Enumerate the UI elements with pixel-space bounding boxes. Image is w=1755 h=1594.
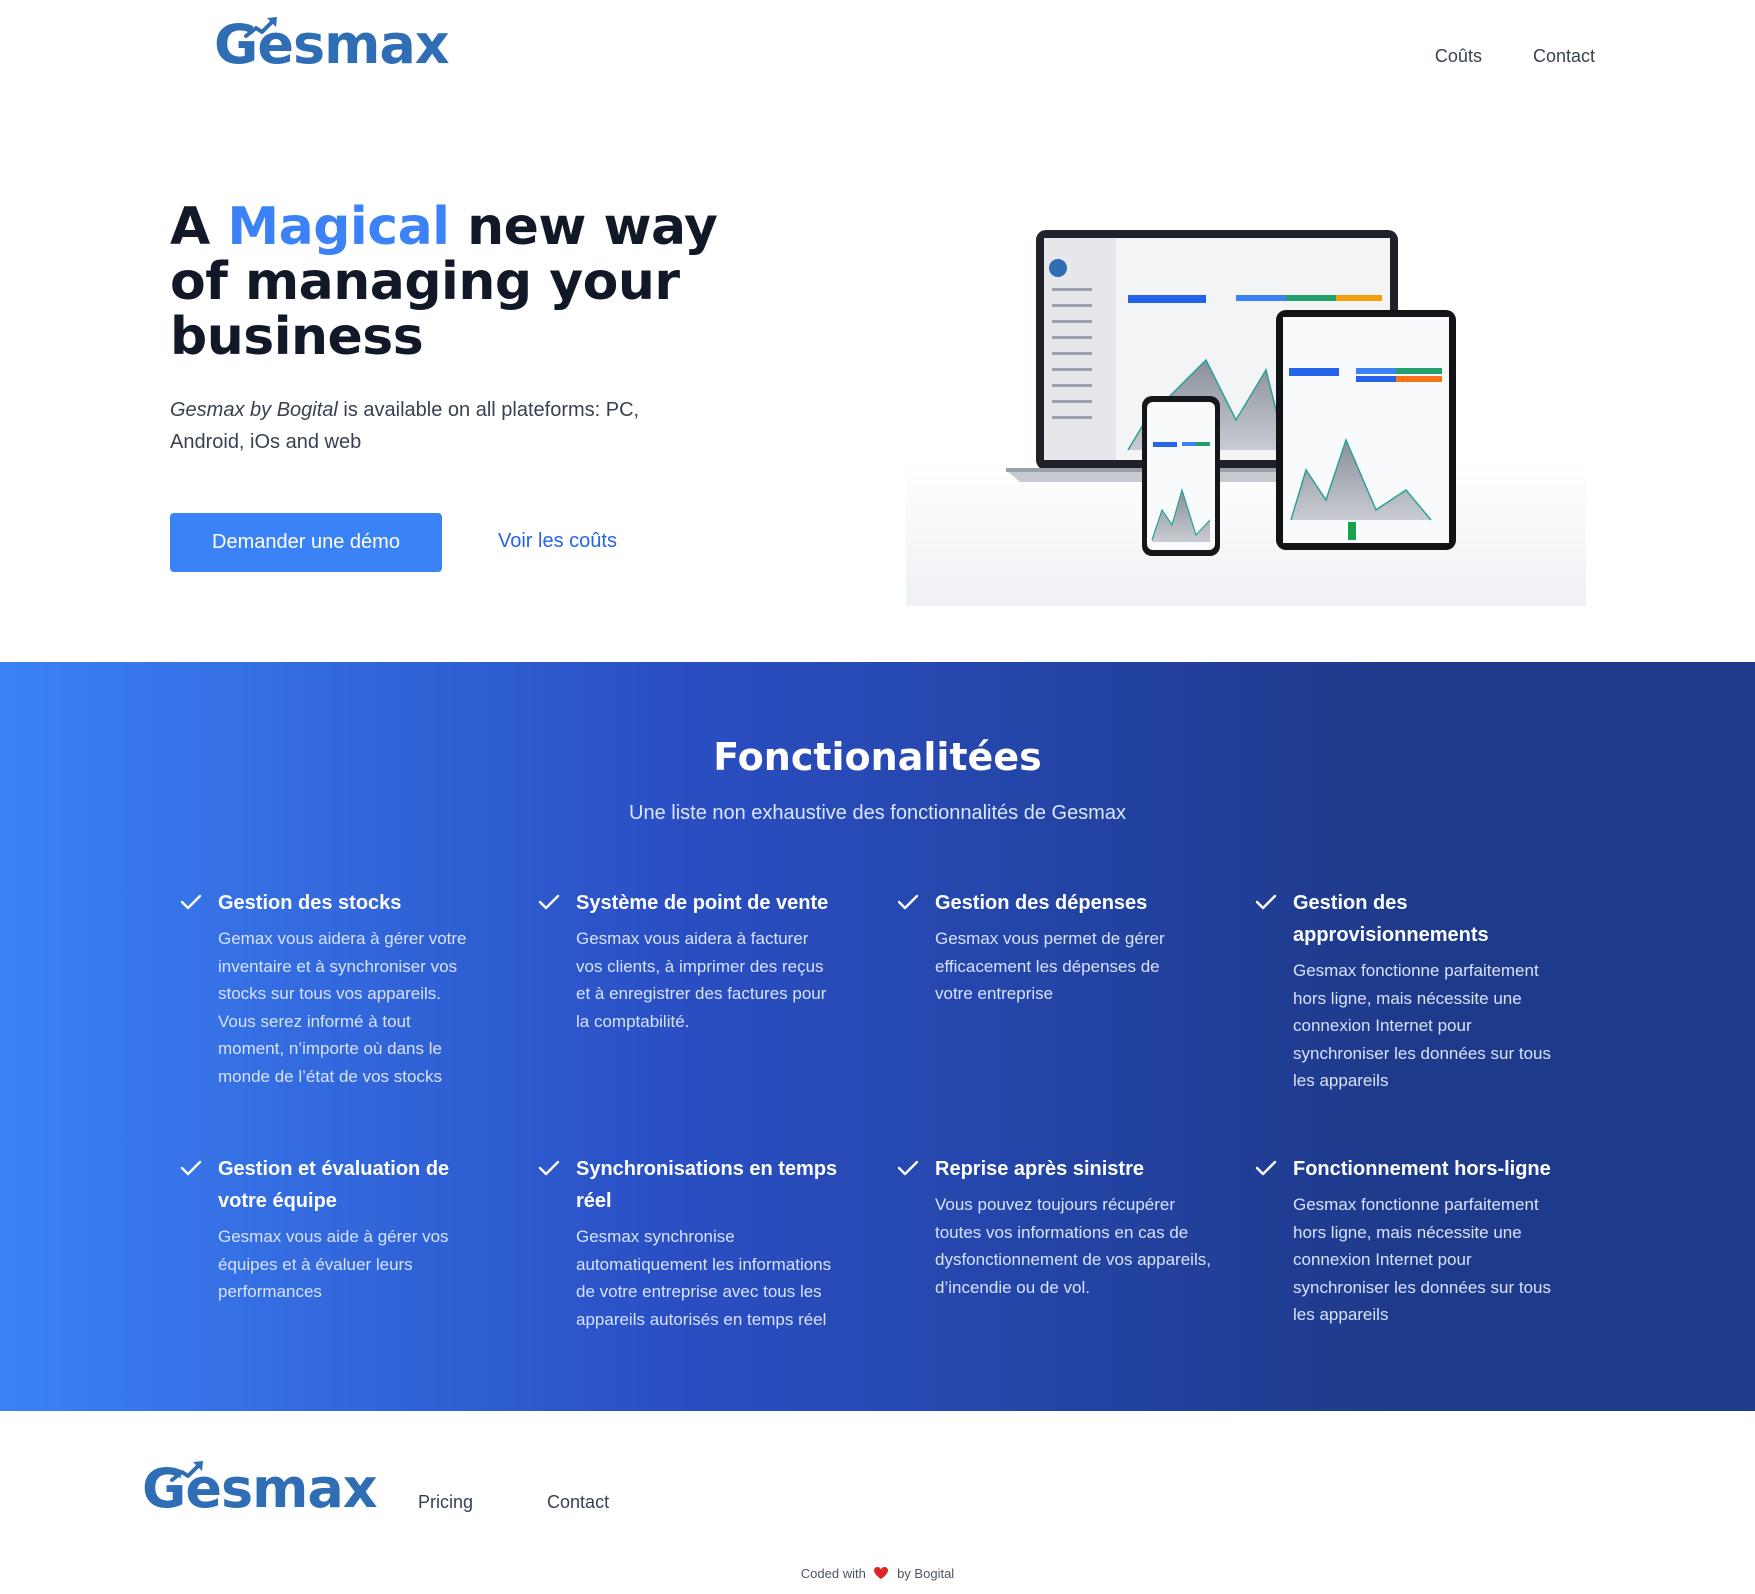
credit-prefix: Coded with — [800, 1566, 866, 1581]
feature-text: Gesmax vous permet de gérer efficacement… — [935, 929, 1165, 1003]
nav-link-contact[interactable]: Contact — [1533, 46, 1595, 67]
credit-suffix: by Bogital — [897, 1566, 955, 1581]
feature-item: Gestion des dépenses Gesmax vous permet … — [897, 887, 1197, 1008]
devices-mockup — [906, 220, 1586, 606]
footer-nav: Pricing Contact — [418, 1492, 609, 1513]
feature-item: Fonctionnement hors-ligne Gesmax fonctio… — [1255, 1153, 1570, 1329]
check-icon — [1255, 894, 1277, 910]
hero-title-accent: Magical — [227, 197, 450, 257]
feature-text: Gesmax synchronise automatiquement les i… — [576, 1227, 832, 1329]
check-icon — [180, 1160, 202, 1176]
feature-text: Gesmax fonctionne parfaitement hors lign… — [1293, 1195, 1551, 1324]
check-icon — [897, 1160, 919, 1176]
features-section: Fonctionalitées Une liste non exhaustive… — [0, 662, 1755, 1411]
feature-title: Gestion des approvisionnements — [1293, 892, 1489, 946]
phone — [1142, 396, 1220, 556]
footer-link-contact[interactable]: Contact — [547, 1492, 609, 1513]
feature-item: Gestion des stocks Gemax vous aidera à g… — [180, 887, 480, 1090]
feature-text: Gesmax vous aide à gérer vos équipes et … — [218, 1227, 449, 1301]
site-header: Gesmax Coûts Contact — [0, 0, 1755, 120]
devices-illustration — [906, 230, 1586, 606]
feature-title: Reprise après sinistre — [935, 1158, 1144, 1180]
features-subtitle: Une liste non exhaustive des fonctionnal… — [629, 802, 1126, 824]
feature-item: Synchronisations en temps réel Gesmax sy… — [538, 1153, 838, 1333]
features-title: Fonctionalitées — [713, 735, 1042, 779]
tablet — [1276, 310, 1456, 550]
footer-link-pricing[interactable]: Pricing — [418, 1492, 473, 1513]
trend-arrow-icon — [170, 1461, 203, 1482]
check-icon — [897, 894, 919, 910]
hero-title-prefix: A — [170, 197, 228, 257]
check-icon — [1255, 1160, 1277, 1176]
feature-text: Gesmax vous aidera à facturer vos client… — [576, 929, 827, 1031]
nav-link-costs[interactable]: Coûts — [1435, 46, 1482, 67]
header-nav: Coûts Contact — [1435, 46, 1595, 67]
feature-title: Synchronisations en temps réel — [576, 1158, 838, 1212]
feature-title: Fonctionnement hors-ligne — [1293, 1158, 1551, 1180]
feature-item: Gestion des approvisionnements Gesmax fo… — [1255, 887, 1570, 1095]
feature-title: Gestion des dépenses — [935, 892, 1148, 914]
heart-icon — [874, 1567, 889, 1579]
request-demo-button[interactable]: Demander une démo — [170, 513, 442, 572]
feature-text: Gemax vous aidera à gérer votre inventai… — [218, 929, 467, 1086]
check-icon — [538, 894, 560, 910]
hero-title: A Magical new way of managing your busin… — [170, 200, 730, 365]
trend-arrow-icon — [244, 17, 277, 38]
check-icon — [180, 894, 202, 910]
feature-title: Gestion des stocks — [218, 892, 402, 914]
feature-item: Système de point de vente Gesmax vous ai… — [538, 887, 838, 1035]
hero-subtitle: Gesmax by Bogital is available on all pl… — [170, 394, 670, 458]
footer-credit: Coded with by Bogital — [0, 1566, 1755, 1581]
feature-item: Reprise après sinistre Vous pouvez toujo… — [897, 1153, 1217, 1301]
feature-title: Système de point de vente — [576, 892, 829, 914]
feature-text: Gesmax fonctionne parfaitement hors lign… — [1293, 961, 1551, 1090]
feature-item: Gestion et évaluation de votre équipe Ge… — [180, 1153, 480, 1306]
header-logo[interactable]: Gesmax — [214, 17, 450, 72]
see-costs-link[interactable]: Voir les coûts — [498, 530, 617, 553]
feature-text: Vous pouvez toujours récupérer toutes vo… — [935, 1195, 1211, 1297]
check-icon — [538, 1160, 560, 1176]
hero-subtitle-brand: Gesmax by Bogital — [170, 399, 338, 421]
footer-logo[interactable]: Gesmax — [142, 1461, 378, 1516]
feature-title: Gestion et évaluation de votre équipe — [218, 1158, 450, 1212]
